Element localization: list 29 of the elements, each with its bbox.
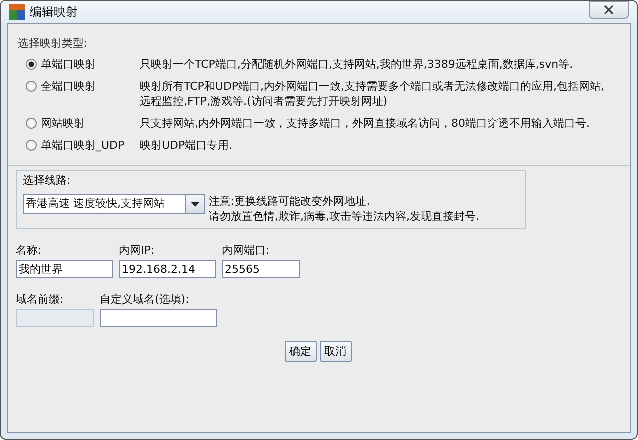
notice-text: 请勿放置色情,欺诈,病毒,攻击等违法内容,发现直接封号.: [209, 209, 480, 224]
route-dropdown[interactable]: 香港高速 速度较快,支持网站: [23, 194, 205, 214]
caret-icon: [190, 202, 200, 206]
field-label: 内网端口:: [222, 243, 271, 258]
radio-button[interactable]: 单端口映射_UDP: [26, 138, 140, 153]
field-label: 域名前缀:: [16, 292, 65, 307]
radio-button[interactable]: 网站映射: [26, 116, 140, 131]
app-icon: [9, 4, 25, 20]
field-label: 内网IP:: [119, 243, 156, 258]
section-label: 选择映射类型:: [18, 36, 89, 51]
input-field[interactable]: [100, 309, 217, 327]
option-description: 映射所有TCP和UDP端口,内外网端口一致,支持需要多个端口或者无法修改端口的应用,包括网站,远程监控,FTP,游戏等.(访问者需要先打开映射网址): [140, 79, 606, 109]
dialog-button[interactable]: 确定: [284, 341, 316, 362]
close-icon: [604, 5, 614, 15]
radio-button[interactable]: 单端口映射: [26, 57, 140, 72]
field-label: 名称:: [16, 243, 43, 258]
field-label: 自定义域名(选填):: [100, 292, 190, 307]
group-label: 选择线路:: [23, 173, 72, 188]
window-title: 编辑映射: [30, 4, 79, 20]
close-button[interactable]: [589, 1, 629, 19]
option-description: 只支持网站,内外网端口一致，支持多端口，外网直接域名访问，80端口穿透不用输入端口号.: [140, 116, 591, 131]
option-description: 只映射一个TCP端口,分配随机外网端口,支持网站,我的世界,3389远程桌面,数据库,svn等.: [140, 57, 574, 72]
notice-text: 注意:更换线路可能改变外网地址.: [209, 194, 372, 209]
input-field[interactable]: 我的世界: [16, 260, 113, 278]
dialog-button[interactable]: 取消: [320, 341, 352, 362]
radio-button[interactable]: 全端口映射: [26, 79, 140, 94]
option-description: 映射UDP端口专用.: [140, 138, 234, 153]
input-field[interactable]: 192.168.2.14: [119, 260, 216, 278]
input-field[interactable]: 25565: [222, 260, 300, 278]
